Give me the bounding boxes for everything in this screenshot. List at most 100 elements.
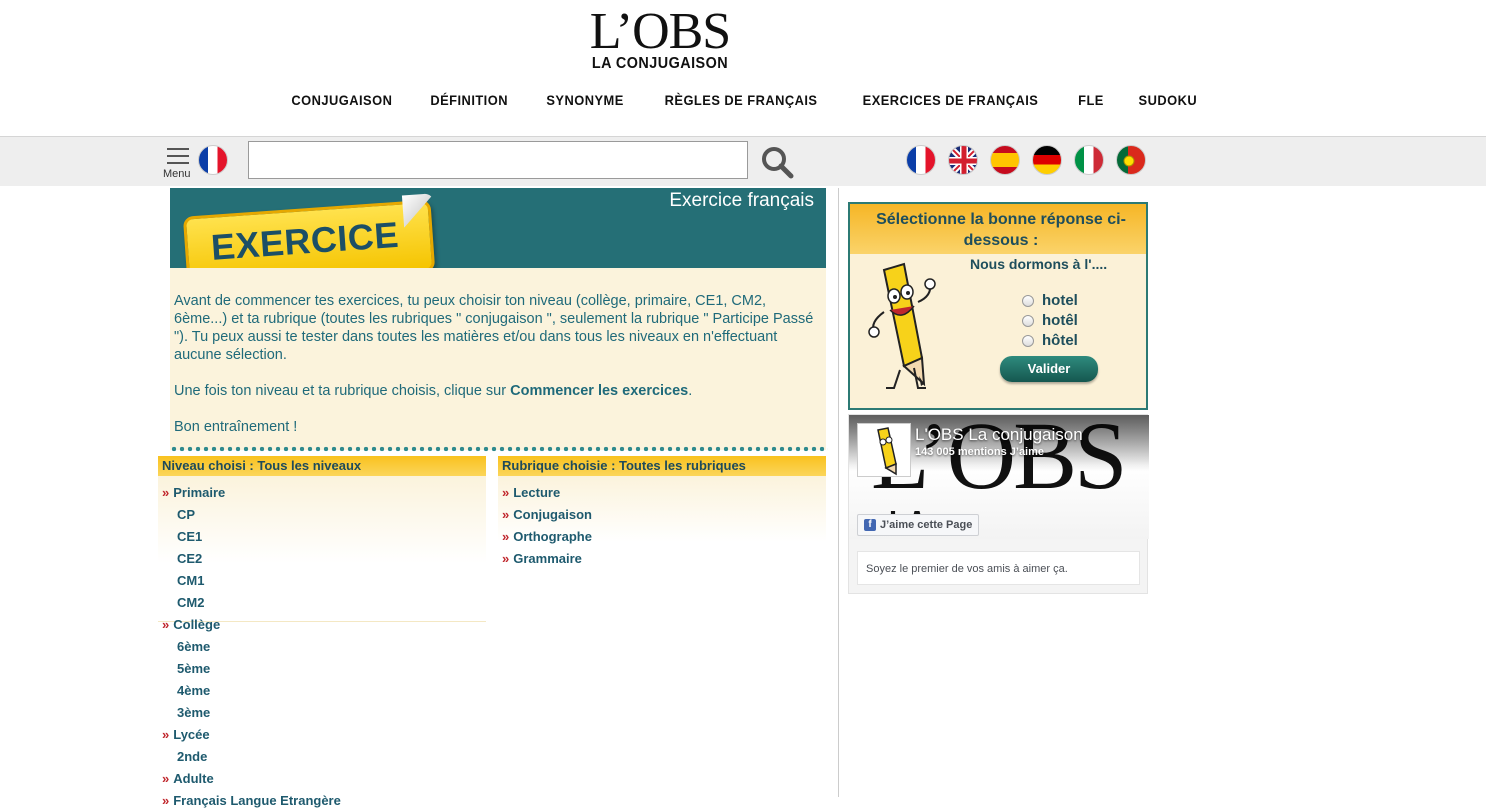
facebook-like-count: 143 005 mentions J’aime [915, 446, 1045, 458]
quiz-option-label: hotêl [1042, 312, 1078, 329]
quiz-option-1[interactable]: hotel [1022, 292, 1078, 309]
level-sub-item[interactable]: 3ème [158, 702, 486, 724]
levels-heading: Niveau choisi : Tous les niveaux [158, 456, 486, 476]
flag-pt-icon[interactable] [1116, 145, 1146, 175]
level-label: CE1 [177, 529, 203, 544]
quiz-option-3[interactable]: hôtel [1022, 332, 1078, 349]
search-icon[interactable] [760, 145, 794, 179]
dotted-divider [170, 446, 828, 452]
nav-exercices[interactable]: EXERCICES DE FRANÇAIS [862, 92, 1038, 114]
level-sub-item[interactable]: CP [158, 504, 486, 526]
radio-button[interactable] [1022, 314, 1034, 327]
level-category-item[interactable]: » Collège [158, 614, 486, 636]
pencil-avatar-icon [877, 427, 897, 476]
facebook-friends-text: Soyez le premier de vos amis à aimer ça. [857, 551, 1140, 585]
levels-column: Niveau choisi : Tous les niveaux » Primai… [158, 456, 486, 812]
level-label: 2nde [177, 749, 208, 764]
intro-paragraph-2-end: . [688, 383, 693, 399]
column-separator [838, 188, 839, 797]
search-input[interactable] [248, 141, 748, 179]
level-label: Primaire [173, 485, 226, 500]
level-sub-item[interactable]: CM2 [158, 592, 486, 614]
level-label: Adulte [173, 771, 214, 786]
facebook-like-button[interactable]: f J’aime cette Page [857, 514, 980, 536]
radio-button[interactable] [1022, 334, 1034, 347]
arrow-icon: » [502, 485, 510, 500]
level-label: Lycée [173, 727, 210, 742]
level-label: CE2 [177, 551, 203, 566]
nav-synonyme[interactable]: SYNONYME [546, 92, 623, 114]
level-label: 4ème [177, 683, 211, 698]
level-label: CP [177, 507, 196, 522]
site-logo[interactable]: L’OBS LA CONJUGAISON [575, 6, 745, 72]
quiz-title: Sélectionne la bonne réponse ci-dessous … [876, 211, 1126, 249]
level-label: 3ème [177, 705, 211, 720]
rubrics-column: Rubrique choisie : Toutes les rubriques … [498, 456, 826, 586]
menu-label: Menu [163, 168, 191, 180]
arrow-icon: » [162, 727, 170, 742]
level-label: 5ème [177, 661, 211, 676]
level-category-item[interactable]: » Adulte [158, 768, 486, 790]
hamburger-line [167, 155, 189, 157]
level-sub-item[interactable]: CE2 [158, 548, 486, 570]
rubric-label: Conjugaison [513, 507, 592, 522]
rubric-label: Orthographe [513, 529, 592, 544]
level-label: 6ème [177, 639, 211, 654]
quiz-question: Nous dormons à l'.... [970, 256, 1108, 272]
pencil-mascot-icon [868, 262, 936, 389]
flag-de-icon[interactable] [1032, 145, 1062, 175]
level-sub-item[interactable]: 4ème [158, 680, 486, 702]
intro-paragraph-3: Bon entraînement ! [174, 419, 298, 435]
level-sub-item[interactable]: 2nde [158, 746, 486, 768]
rubric-item[interactable]: » Orthographe [498, 526, 826, 548]
rubric-item[interactable]: » Conjugaison [498, 504, 826, 526]
flag-en-icon[interactable] [948, 145, 978, 175]
levels-list: » Primaire CP CE1 CE2 CM1 CM2» Collège 6ème 5ème 4… [158, 476, 486, 812]
intro-paragraph-2-text: Une fois ton niveau et ta rubrique chois… [174, 383, 511, 399]
intro-text: Avant de commencer tes exercices, tu peu… [170, 268, 826, 450]
facebook-avatar[interactable] [857, 423, 911, 477]
arrow-icon: » [162, 771, 170, 786]
level-label: CM1 [177, 573, 205, 588]
facebook-page-name[interactable]: L'OBS La conjugaison [915, 425, 1083, 445]
current-language-flag-icon[interactable] [198, 145, 228, 175]
start-exercises-link[interactable]: Commencer les exercices [510, 383, 688, 399]
quiz-option-label: hotel [1042, 292, 1078, 309]
valider-button[interactable]: Valider [1000, 356, 1098, 382]
level-sub-item[interactable]: CM1 [158, 570, 486, 592]
level-sub-item[interactable]: CE1 [158, 526, 486, 548]
banner-title: Exercice français [669, 190, 814, 211]
level-sub-item[interactable]: 5ème [158, 658, 486, 680]
arrow-icon: » [162, 485, 170, 500]
flag-es-icon[interactable] [990, 145, 1020, 175]
hamburger-icon [167, 148, 189, 150]
intro-paragraph-1: Avant de commencer tes exercices, tu peu… [174, 293, 814, 363]
nav-regles[interactable]: RÈGLES DE FRANÇAIS [664, 92, 817, 114]
quiz-option-label: hôtel [1042, 332, 1078, 349]
level-category-item[interactable]: » Primaire [158, 482, 486, 504]
level-category-item[interactable]: » Français Langue Etrangère [158, 790, 486, 812]
rubric-item[interactable]: » Grammaire [498, 548, 826, 570]
nav-sudoku[interactable]: SUDOKU [1138, 92, 1197, 114]
nav-conjugaison[interactable]: CONJUGAISON [291, 92, 392, 114]
sticker-curl [401, 193, 437, 228]
intro-paragraph-2: Une fois ton niveau et ta rubrique chois… [174, 382, 822, 400]
nav-fle[interactable]: FLE [1078, 92, 1104, 114]
level-label: CM2 [177, 595, 205, 610]
rubric-item[interactable]: » Lecture [498, 482, 826, 504]
level-label: Français Langue Etrangère [173, 793, 341, 808]
search-toolbar: Menu [0, 136, 1486, 186]
level-sub-item[interactable]: 6ème [158, 636, 486, 658]
arrow-icon: » [502, 551, 510, 566]
level-category-item[interactable]: » Lycée [158, 724, 486, 746]
flag-fr-icon[interactable] [906, 145, 936, 175]
menu-button[interactable]: Menu [163, 146, 193, 182]
arrow-icon: » [502, 529, 510, 544]
facebook-icon: f [864, 519, 876, 531]
nav-definition[interactable]: DÉFINITION [431, 92, 509, 114]
level-label: Collège [173, 617, 221, 632]
flag-it-icon[interactable] [1074, 145, 1104, 175]
quiz-option-2[interactable]: hotêl [1022, 312, 1078, 329]
main-navigation: CONJUGAISON DÉFINITION SYNONYME RÈGLES D… [0, 92, 1486, 114]
radio-button[interactable] [1022, 294, 1034, 307]
